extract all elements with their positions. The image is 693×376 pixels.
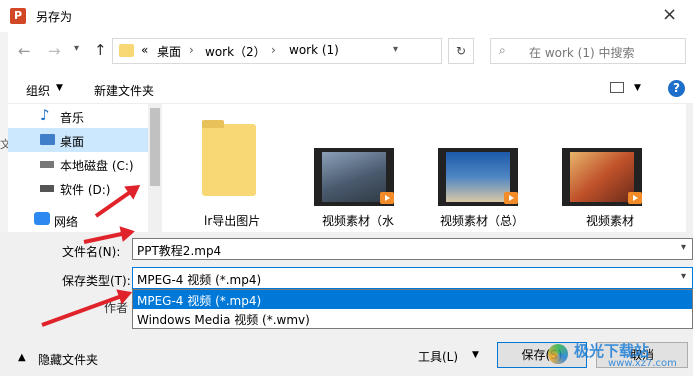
sidebar-item-desktop[interactable]: 桌面 [8, 128, 148, 152]
tools-button[interactable]: 工具(L) [418, 348, 458, 365]
filename-chevron-icon[interactable]: ▾ [681, 242, 686, 253]
crumb-work2[interactable]: work（2） [205, 43, 266, 60]
search-input[interactable]: 在 work (1) 中搜索 [529, 44, 634, 61]
dropdown-option-wmv[interactable]: Windows Media 视频 (*.wmv) [133, 309, 692, 328]
filetype-dropdown-list: MPEG-4 视频 (*.mp4) Windows Media 视频 (*.wm… [132, 289, 693, 329]
crumb-work1[interactable]: work (1) [289, 43, 339, 57]
dropdown-option-mp4[interactable]: MPEG-4 视频 (*.mp4) [133, 290, 692, 309]
crumb-separator-icon: › [271, 43, 276, 57]
nav-bar: ← → ▾ ↑ « 桌面 › work（2） › work (1) ▾ ↻ ⌕ … [0, 32, 693, 72]
hide-folders-button[interactable]: 隐藏文件夹 [38, 351, 98, 368]
file-item-folder[interactable]: lr导出图片 [192, 110, 272, 228]
watermark-logo: 极光下载站 www.xz7.com [548, 338, 688, 374]
video-thumbnail [562, 148, 642, 206]
crumb-desktop[interactable]: 桌面 [157, 43, 181, 60]
drive-c-icon [40, 161, 54, 168]
play-badge-icon [504, 192, 518, 204]
file-list-scrollbar[interactable] [686, 104, 693, 232]
file-name: 视频素材（水 [322, 214, 395, 228]
sidebar-scroll-thumb[interactable] [150, 108, 160, 186]
dropdown-option-label: Windows Media 视频 (*.wmv) [137, 313, 310, 327]
search-icon: ⌕ [499, 43, 506, 57]
sidebar-item-music[interactable]: ♪ 音乐 [8, 104, 148, 128]
address-overflow[interactable]: « [141, 43, 148, 57]
forward-arrow-icon[interactable]: → [48, 42, 61, 60]
video-thumbnail [438, 148, 518, 206]
file-name: 视频素材 [586, 214, 635, 228]
tools-chevron-icon[interactable]: ▼ [472, 350, 479, 360]
file-item-video[interactable]: 视频素材（总） [436, 110, 532, 228]
command-bar: 组织 ▼ 新建文件夹 ▼ ? [0, 74, 693, 104]
filename-value[interactable]: PPT教程2.mp4 [137, 242, 221, 259]
powerpoint-app-icon: P [10, 8, 26, 24]
desktop-icon [40, 134, 55, 145]
chevron-down-icon[interactable]: ▾ [393, 44, 398, 55]
address-bar[interactable]: « 桌面 › work（2） › work (1) ▾ [112, 38, 442, 64]
new-folder-button[interactable]: 新建文件夹 [94, 82, 154, 99]
background-window-strip [0, 32, 8, 232]
file-item-video[interactable]: 视频素材 [560, 110, 656, 228]
organize-button[interactable]: 组织 [26, 82, 50, 99]
sidebar-item-label: 音乐 [60, 111, 85, 125]
file-item-video[interactable]: 视频素材（水 [310, 110, 400, 228]
refresh-icon[interactable]: ↻ [448, 38, 474, 64]
sidebar-scrollbar[interactable] [148, 104, 162, 232]
sidebar-item-label: 软件 (D:) [60, 183, 111, 197]
close-icon[interactable]: × [662, 4, 677, 25]
music-note-icon: ♪ [40, 106, 50, 124]
crumb-separator-icon: › [189, 43, 194, 57]
recent-chevron-icon[interactable]: ▾ [74, 43, 79, 54]
sidebar-item-drive-c[interactable]: 本地磁盘 (C:) [8, 152, 148, 176]
title-bar: P 另存为 × [0, 0, 693, 32]
video-thumbnail [314, 148, 394, 206]
sidebar: ♪ 音乐 桌面 本地磁盘 (C:) 软件 (D:) 网络 [8, 104, 162, 232]
file-name: lr导出图片 [204, 214, 261, 228]
play-badge-icon [628, 192, 642, 204]
file-name: 视频素材（总） [440, 214, 525, 228]
view-chevron-icon[interactable]: ▼ [634, 83, 641, 93]
filetype-chevron-icon[interactable]: ▾ [681, 271, 686, 282]
help-icon[interactable]: ? [668, 80, 685, 97]
filename-field[interactable]: PPT教程2.mp4 ▾ [132, 238, 693, 260]
sidebar-item-label: 本地磁盘 (C:) [60, 159, 134, 173]
watermark-swirl-icon [548, 344, 568, 364]
sidebar-item-label: 网络 [54, 215, 79, 229]
folder-large-icon [202, 124, 256, 196]
search-box[interactable]: ⌕ 在 work (1) 中搜索 [490, 38, 686, 64]
filetype-label: 保存类型(T): [62, 274, 131, 288]
filetype-select[interactable]: MPEG-4 视频 (*.mp4) ▾ [132, 267, 693, 289]
thumbnail-image [570, 152, 634, 202]
dropdown-option-label: MPEG-4 视频 (*.mp4) [137, 294, 262, 308]
window-title: 另存为 [36, 10, 73, 24]
file-list: lr导出图片 视频素材（水 视频素材（总） 视频素材 [162, 104, 693, 232]
thumbnail-image [322, 152, 386, 202]
organize-chevron-icon: ▼ [56, 83, 63, 93]
play-badge-icon [380, 192, 394, 204]
filename-label: 文件名(N): [62, 245, 121, 259]
drive-d-icon [40, 185, 54, 192]
thumbnail-image [446, 152, 510, 202]
back-arrow-icon[interactable]: ← [18, 42, 31, 60]
folder-tab [202, 120, 224, 128]
hide-folders-chevron-icon[interactable]: ▲ [18, 352, 26, 363]
sidebar-item-label: 桌面 [60, 135, 85, 149]
watermark-url: www.xz7.com [608, 358, 677, 369]
network-icon [34, 212, 50, 225]
folder-icon [119, 44, 134, 57]
up-arrow-icon[interactable]: ↑ [94, 41, 107, 59]
view-options-icon[interactable] [610, 82, 624, 93]
filetype-selected-value[interactable]: MPEG-4 视频 (*.mp4) [137, 271, 261, 288]
